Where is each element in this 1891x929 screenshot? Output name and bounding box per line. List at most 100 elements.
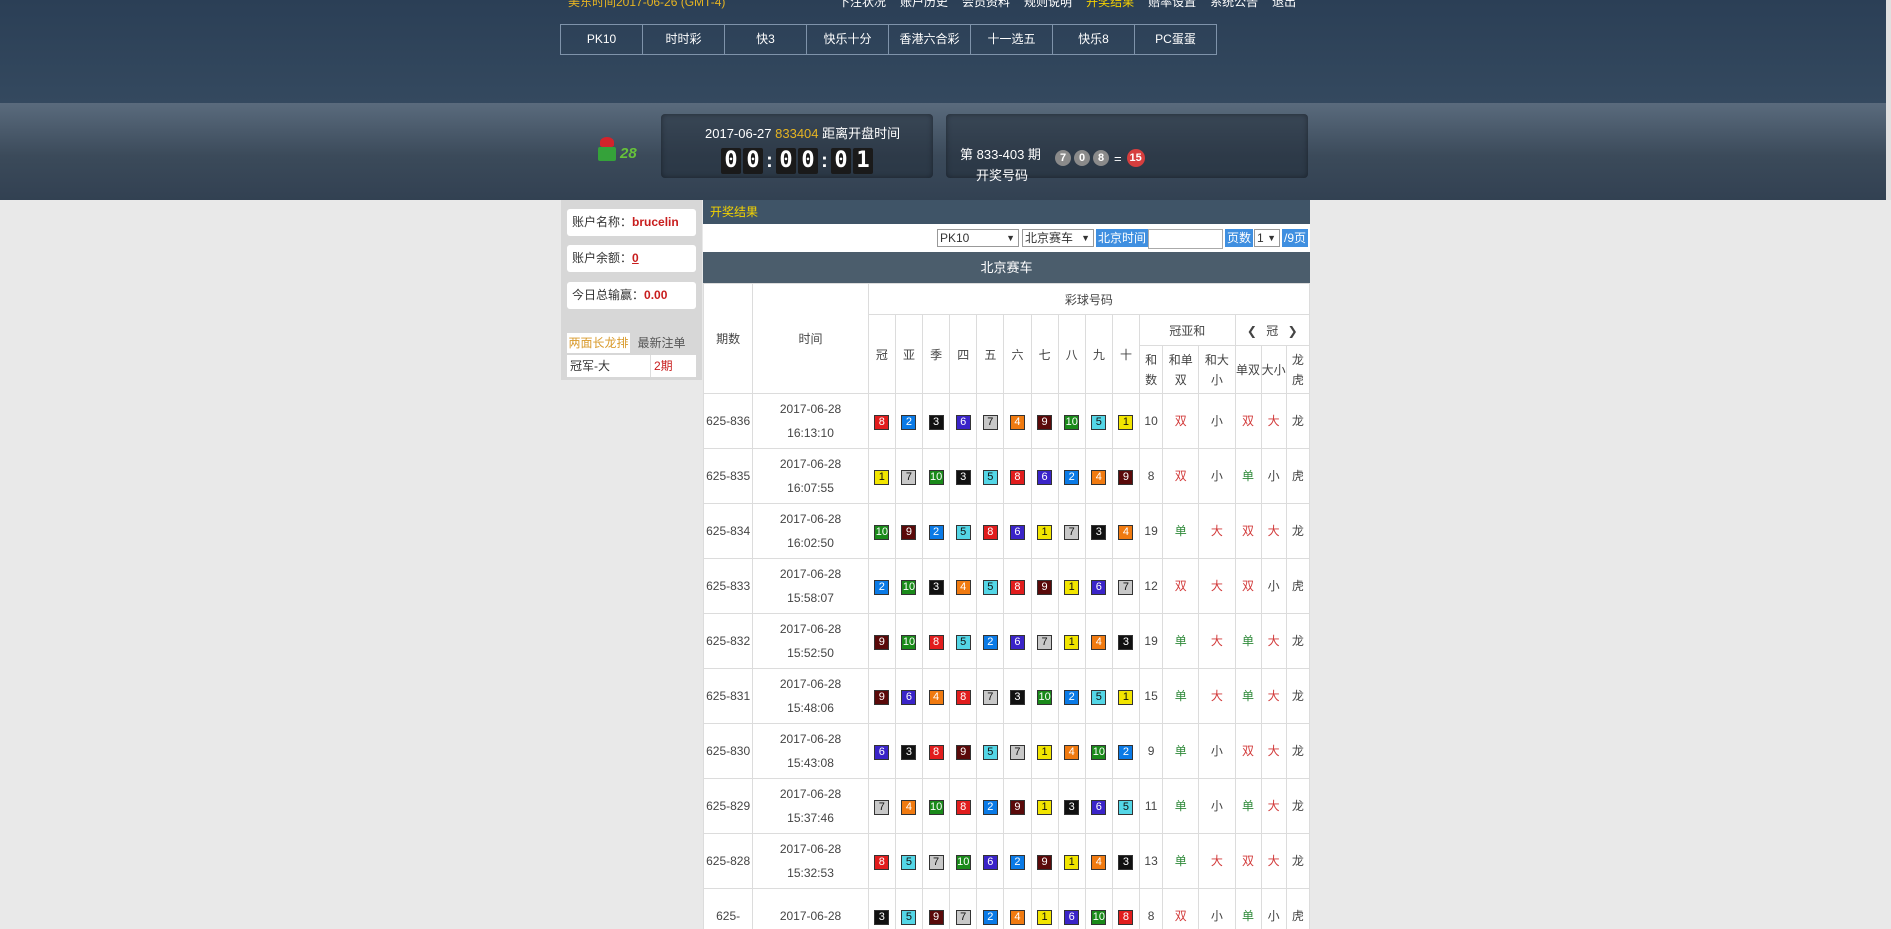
time-label: 北京时间: [1096, 229, 1149, 247]
cell-time: 2017-06-28: [752, 888, 869, 929]
number-box: 10: [1037, 690, 1053, 705]
cell-number: 1: [1057, 613, 1086, 669]
dx-value: 小: [1267, 579, 1280, 593]
number-box: 7: [1118, 580, 1134, 595]
nav-link-2[interactable]: 会员资料: [962, 0, 1010, 10]
col-pos-2: 亚: [894, 314, 924, 394]
nav-link-7[interactable]: 退出: [1272, 0, 1296, 10]
col-sum-group: 冠亚和: [1139, 314, 1236, 346]
number-box: 8: [982, 525, 998, 540]
number-box: 6: [955, 415, 971, 430]
number-box: 5: [1091, 690, 1107, 705]
cell-number: 1: [1057, 558, 1086, 614]
dx-value: 大: [1267, 689, 1280, 703]
lh-value: 龙: [1291, 799, 1304, 813]
tab-game-6[interactable]: 快乐8: [1052, 24, 1135, 55]
cell-issue: 625-835: [702, 448, 754, 504]
number-box: 1: [1064, 855, 1080, 870]
date-input[interactable]: [1148, 229, 1223, 249]
today-winloss-value: 0.00: [644, 288, 668, 302]
sum-dx-value: 小: [1210, 744, 1223, 758]
game-select[interactable]: PK10 ▼: [937, 229, 1019, 247]
sum-dx-value: 大: [1210, 579, 1223, 593]
number-box: 2: [1118, 745, 1134, 760]
equals-sign: =: [1114, 150, 1122, 166]
account-balance-value[interactable]: 0: [632, 251, 639, 265]
tab-game-0[interactable]: PK10: [560, 24, 643, 55]
cell-number: 2: [1057, 448, 1086, 504]
cell-number: 7: [976, 668, 1005, 724]
cell-number: 6: [867, 723, 896, 779]
cell-number: 8: [976, 503, 1005, 559]
cell-sum-ds: 单: [1162, 833, 1200, 889]
row-date: 2017-06-28: [779, 622, 842, 636]
cell-time: 2017-06-28 16:13:10: [752, 393, 869, 449]
cell-lh: 龙: [1285, 833, 1311, 889]
ds-value: 双: [1242, 414, 1255, 428]
cell-sum-ds: 双: [1162, 448, 1200, 504]
cell-number: 2: [1003, 833, 1032, 889]
cell-number: 3: [1111, 833, 1141, 889]
sum-ds-value: 单: [1174, 689, 1187, 703]
nav-link-3[interactable]: 规则说明: [1024, 0, 1072, 10]
nav-link-0[interactable]: 下注状况: [838, 0, 886, 10]
tab-game-1[interactable]: 时时彩: [642, 24, 725, 55]
nav-link-4[interactable]: 开奖结果: [1086, 0, 1134, 10]
cell-sum-dx: 小: [1198, 393, 1236, 449]
lh-value: 龙: [1291, 414, 1304, 428]
long-dragon-row: 冠军-大 2期: [567, 355, 696, 377]
cell-number: 2: [1057, 668, 1086, 724]
number-box: 9: [1037, 855, 1053, 870]
cell-number: 9: [1111, 448, 1141, 504]
nav-link-5[interactable]: 赔率设置: [1148, 0, 1196, 10]
cell-number: 10: [922, 778, 951, 834]
number-box: 2: [928, 525, 944, 540]
game-tabs: PK10 时时彩 快3 快乐十分 香港六合彩 十一选五 快乐8 PC蛋蛋: [560, 24, 1217, 55]
table-row: 625-836 2017-06-28 16:13:10 8 2 3 6 7 4 9 10 5 1 10 双 小…: [702, 393, 1311, 449]
nav-link-6[interactable]: 系统公告: [1210, 0, 1258, 10]
lottery-logo: 28: [598, 137, 644, 167]
cell-sum-ds: 单: [1162, 503, 1200, 559]
number-box: 1: [874, 470, 890, 485]
cell-number: 9: [922, 888, 951, 929]
cell-number: 4: [1084, 448, 1113, 504]
tab-game-5[interactable]: 十一选五: [970, 24, 1053, 55]
table-row: 625-835 2017-06-28 16:07:55 1 7 10 3 5 8 6 2 4 9 8 双小单…: [702, 448, 1311, 504]
row-date: 2017-06-28: [779, 567, 842, 581]
cell-ds: 双: [1234, 558, 1262, 614]
col-side-group: ❮ 冠 ❯: [1234, 314, 1310, 346]
cell-number: 8: [1003, 558, 1032, 614]
cell-number: 4: [922, 668, 951, 724]
cell-number: 1: [867, 448, 896, 504]
cell-number: 3: [949, 448, 978, 504]
number-box: 7: [955, 910, 971, 925]
col-pos-10: 十: [1111, 314, 1141, 394]
tab-long-dragon[interactable]: 两面长龙排: [567, 333, 630, 353]
cell-ds: 双: [1234, 393, 1262, 449]
tab-latest-bets[interactable]: 最新注单: [630, 333, 693, 353]
sum-ds-value: 双: [1174, 909, 1187, 923]
sum-dx-value: 小: [1210, 414, 1223, 428]
chevron-right-icon[interactable]: ❯: [1288, 324, 1298, 338]
tab-game-7[interactable]: PC蛋蛋: [1134, 24, 1217, 55]
number-box: 6: [1037, 470, 1053, 485]
page-label: 页数: [1225, 229, 1254, 247]
number-box: 1: [1037, 910, 1053, 925]
dx-value: 大: [1267, 524, 1280, 538]
page-select[interactable]: 1 ▼: [1254, 229, 1280, 247]
chevron-left-icon[interactable]: ❮: [1247, 324, 1257, 338]
cell-issue: 625-831: [702, 668, 754, 724]
sum-dx-value: 小: [1210, 909, 1223, 923]
long-dragon-value: 2期: [654, 359, 673, 373]
account-balance-label: 账户余额：: [572, 251, 633, 265]
nav-link-1[interactable]: 账户历史: [900, 0, 948, 10]
tab-game-4[interactable]: 香港六合彩: [888, 24, 971, 55]
subgame-select[interactable]: 北京赛车 ▼: [1022, 229, 1094, 247]
game-select-value: PK10: [940, 231, 970, 245]
window-scrollbar[interactable]: [1886, 0, 1891, 200]
cell-number: 10: [894, 613, 924, 669]
countdown-label: 距离开盘时间: [822, 126, 901, 141]
tab-game-2[interactable]: 快3: [724, 24, 807, 55]
col-issue: 期数: [702, 283, 754, 394]
tab-game-3[interactable]: 快乐十分: [806, 24, 889, 55]
